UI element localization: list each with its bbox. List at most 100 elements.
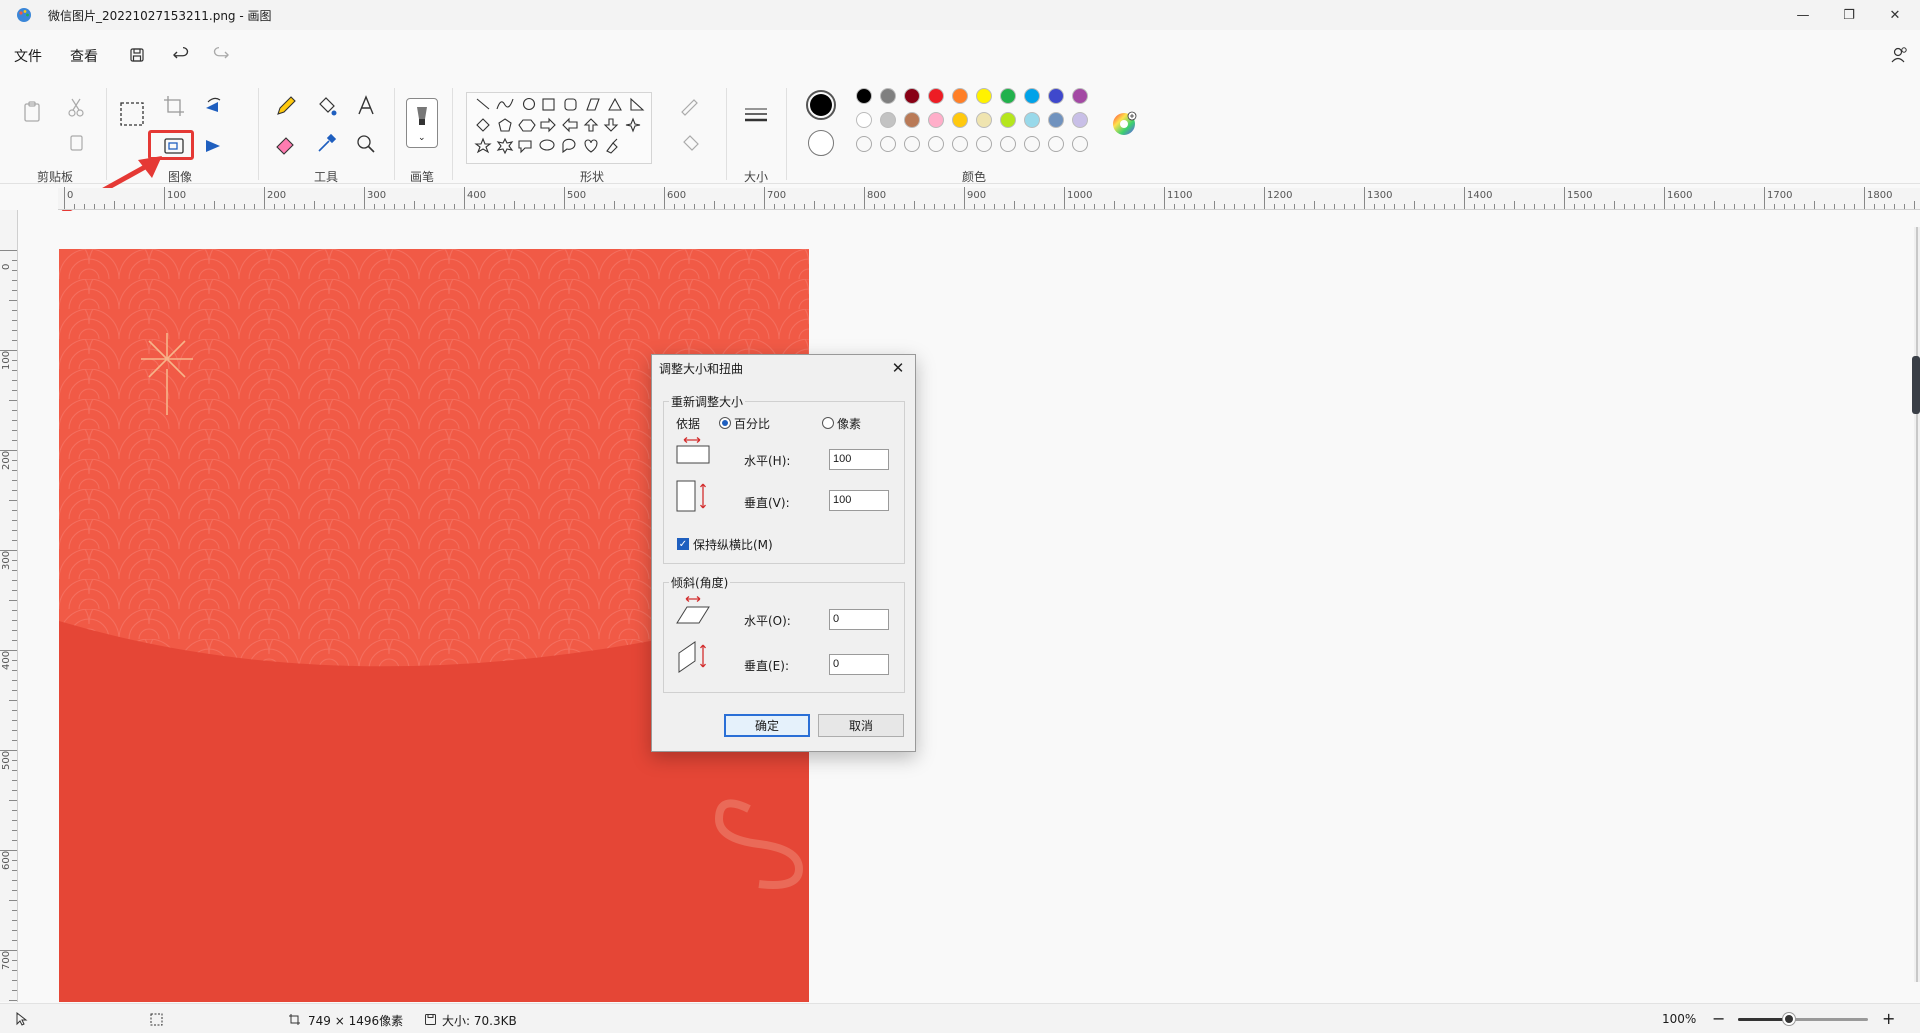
palette-empty-swatch[interactable] [928,136,944,152]
stroke-size-icon[interactable] [742,102,770,130]
crop-icon[interactable] [160,92,188,120]
palette-color-swatch[interactable] [1048,88,1064,104]
palette-color-swatch[interactable] [856,112,872,128]
minimize-button[interactable]: — [1780,0,1826,30]
palette-color-swatch[interactable] [856,88,872,104]
palette-color-swatch[interactable] [928,112,944,128]
text-icon[interactable] [352,92,380,120]
palette-empty-swatch[interactable] [1072,136,1088,152]
save-icon[interactable] [124,42,150,68]
shape-fill-icon[interactable] [676,130,704,158]
vertical-scrollbar[interactable] [1914,227,1920,982]
horizontal-input[interactable]: 100 [829,449,889,470]
palette-empty-swatch[interactable] [1024,136,1040,152]
palette-color-swatch[interactable] [904,112,920,128]
ruler-tick [64,187,65,209]
pixels-label[interactable]: 像素 [837,415,861,432]
edit-colors-icon[interactable] [1110,110,1138,138]
skew-h-input[interactable]: 0 [829,609,889,630]
palette-color-swatch[interactable] [976,88,992,104]
ruler-tick [12,930,17,931]
palette-color-swatch[interactable] [880,112,896,128]
palette-color-swatch[interactable] [928,88,944,104]
zoom-in-button[interactable]: + [1882,1009,1895,1028]
palette-color-swatch[interactable] [1072,88,1088,104]
palette-empty-swatch[interactable] [976,136,992,152]
ruler-tick [254,204,255,209]
ruler-tick [9,1000,17,1001]
palette-empty-swatch[interactable] [880,136,896,152]
ruler-tick [12,610,17,611]
palette-empty-swatch[interactable] [856,136,872,152]
ruler-tick [454,204,455,209]
ruler-tick [12,280,17,281]
palette-color-swatch[interactable] [1072,112,1088,128]
color-picker-icon[interactable] [312,130,340,158]
palette-empty-swatch[interactable] [904,136,920,152]
ruler-tick [1584,204,1585,209]
cancel-button[interactable]: 取消 [818,714,904,737]
ruler-tick [1784,204,1785,209]
canvas-area[interactable] [18,211,1920,1002]
maximize-button[interactable]: ❐ [1826,0,1872,30]
zoom-slider[interactable] [1738,1013,1868,1025]
ruler-tick [1224,204,1225,209]
select-icon[interactable] [118,100,146,128]
palette-empty-swatch[interactable] [1000,136,1016,152]
menu-file[interactable]: 文件 [14,46,42,66]
palette-color-swatch[interactable] [976,112,992,128]
palette-color-swatch[interactable] [1024,88,1040,104]
eraser-icon[interactable] [272,130,300,158]
ruler-tick [754,204,755,209]
ruler-tick [664,187,665,209]
palette-color-swatch[interactable] [1000,112,1016,128]
keep-ratio-checkbox[interactable]: ✓ [677,538,689,550]
palette-empty-swatch[interactable] [1048,136,1064,152]
paste-icon[interactable] [18,98,46,126]
keep-ratio-label[interactable]: 保持纵横比(M) [693,536,773,553]
palette-color-swatch[interactable] [904,88,920,104]
skew-v-input[interactable]: 0 [829,654,889,675]
palette-color-swatch[interactable] [1024,112,1040,128]
zoom-out-button[interactable]: − [1712,1009,1725,1028]
shapes-gallery[interactable] [466,92,652,164]
dialog-close-button[interactable]: ✕ [887,357,909,379]
pixels-radio[interactable] [822,417,834,429]
account-icon[interactable] [1886,42,1912,68]
ruler-label: 300 [1,550,12,570]
brushes-button[interactable]: ⌄ [406,98,438,148]
ruler-tick [1764,187,1765,209]
palette-empty-swatch[interactable] [952,136,968,152]
ruler-tick [1324,204,1325,209]
outline-icon[interactable] [676,92,704,120]
ruler-tick [1544,204,1545,209]
undo-icon[interactable] [168,42,194,68]
fill-icon[interactable] [312,92,340,120]
ruler-tick [514,201,515,209]
ruler-tick [614,201,615,209]
palette-color-swatch[interactable] [952,88,968,104]
ruler-tick [1774,204,1775,209]
pencil-icon[interactable] [272,92,300,120]
zoom-slider-thumb[interactable] [1783,1013,1795,1025]
magnifier-icon[interactable] [352,130,380,158]
ruler-tick [1134,204,1135,209]
menu-view[interactable]: 查看 [70,46,98,66]
cut-icon[interactable] [62,94,90,122]
palette-color-swatch[interactable] [880,88,896,104]
percent-radio[interactable] [719,417,731,429]
side-panel-handle[interactable] [1912,356,1920,414]
flip-icon[interactable] [200,132,228,160]
palette-color-swatch[interactable] [1000,88,1016,104]
secondary-color-swatch[interactable] [808,130,834,156]
ok-button[interactable]: 确定 [724,714,810,737]
ruler-tick [1444,204,1445,209]
primary-color-swatch[interactable] [806,90,836,120]
palette-color-swatch[interactable] [1048,112,1064,128]
close-window-button[interactable]: ✕ [1872,0,1918,30]
rotate-icon[interactable] [200,92,228,120]
palette-color-swatch[interactable] [952,112,968,128]
percent-label[interactable]: 百分比 [734,415,770,432]
vertical-input[interactable]: 100 [829,490,889,511]
redo-icon[interactable] [208,42,234,68]
